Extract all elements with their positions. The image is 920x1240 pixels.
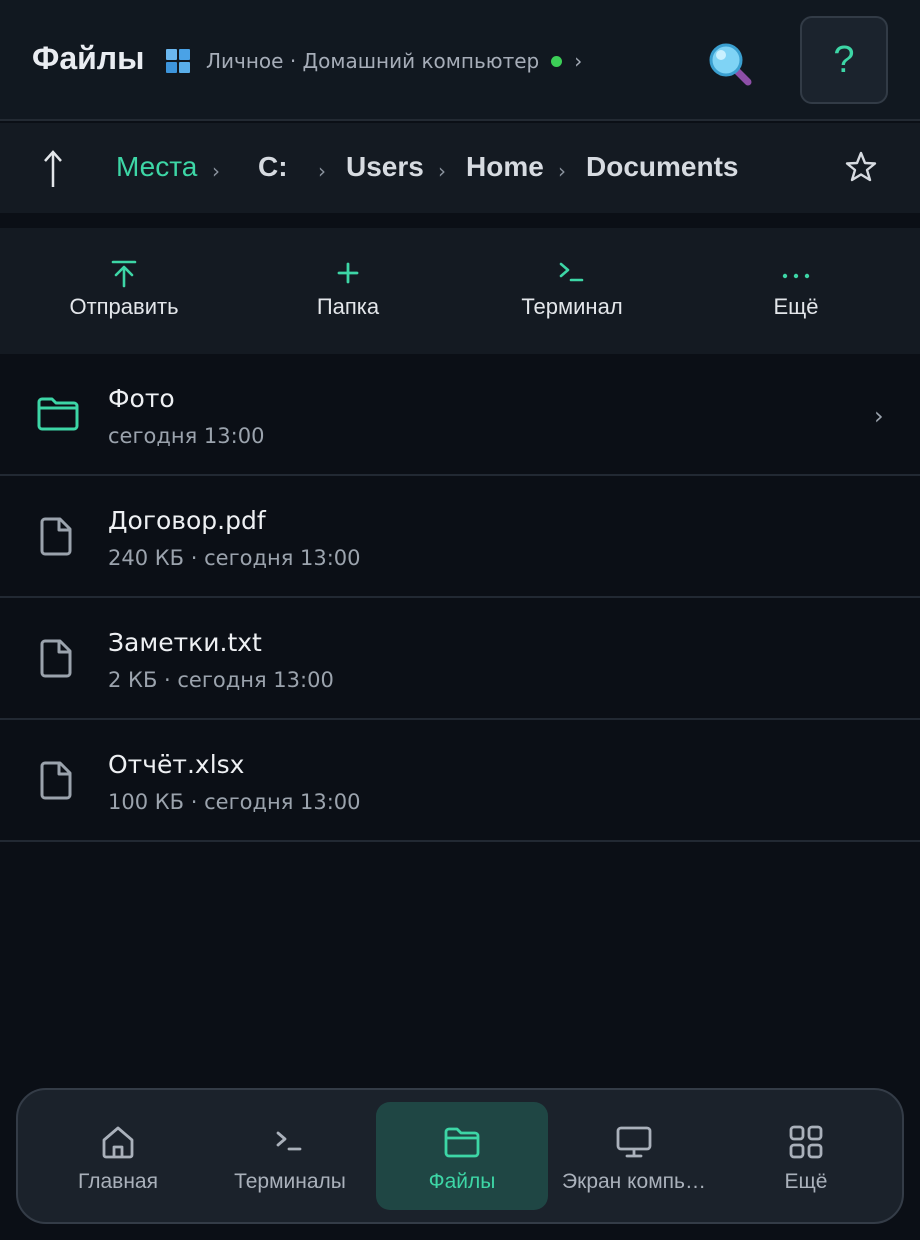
folder-icon bbox=[444, 1127, 480, 1158]
nav-screen-label: Экран компь… bbox=[562, 1170, 706, 1193]
terminal-button[interactable]: Терминал bbox=[472, 228, 672, 354]
breadcrumb-separator: › bbox=[212, 159, 220, 183]
navigate-up-button[interactable] bbox=[36, 147, 70, 191]
bottom-navigation: Главная Терминалы Файлы Экран компь… Ещё bbox=[16, 1088, 904, 1224]
list-item-file[interactable]: Договор.pdf 240 КБ · сегодня 13:00 bbox=[0, 476, 920, 598]
breadcrumb: Места › C: › Users › Home › Documents bbox=[0, 123, 920, 213]
search-button[interactable] bbox=[706, 40, 756, 90]
monitor-icon bbox=[616, 1126, 652, 1158]
windows-logo-icon bbox=[166, 49, 190, 73]
file-icon bbox=[40, 517, 72, 556]
nav-home[interactable]: Главная bbox=[32, 1102, 204, 1210]
home-icon bbox=[102, 1126, 134, 1159]
chevron-right-icon: › bbox=[874, 402, 884, 430]
help-button[interactable]: ? bbox=[800, 16, 888, 104]
file-meta: 240 КБ · сегодня 13:00 bbox=[108, 546, 361, 570]
more-dots-icon bbox=[782, 273, 810, 279]
nav-more-label: Ещё bbox=[784, 1170, 828, 1193]
upload-label: Отправить bbox=[69, 294, 179, 319]
nav-screen[interactable]: Экран компь… bbox=[548, 1102, 720, 1210]
breadcrumb-separator: › bbox=[558, 159, 566, 183]
more-label: Ещё bbox=[773, 294, 819, 319]
app-header: Файлы Личное · Домашний компьютер › ? bbox=[0, 0, 920, 121]
breadcrumb-item-places[interactable]: Места bbox=[116, 151, 197, 183]
breadcrumb-item-home[interactable]: Home bbox=[466, 151, 544, 183]
breadcrumb-item-c[interactable]: C: bbox=[258, 151, 288, 183]
breadcrumb-separator: › bbox=[438, 159, 446, 183]
device-selector[interactable]: Личное · Домашний компьютер › bbox=[166, 48, 582, 74]
list-item-file[interactable]: Отчёт.xlsx 100 КБ · сегодня 13:00 bbox=[0, 720, 920, 842]
file-actions-toolbar: Отправить Папка Терминал Ещё bbox=[0, 228, 920, 354]
terminal-icon bbox=[559, 262, 584, 282]
file-name: Отчёт.xlsx bbox=[108, 750, 245, 779]
file-name: Фото bbox=[108, 384, 175, 413]
upload-icon bbox=[111, 260, 137, 288]
breadcrumb-separator: › bbox=[318, 159, 326, 183]
terminal-icon bbox=[276, 1131, 302, 1151]
file-list: Фото сегодня 13:00 › Договор.pdf 240 КБ … bbox=[0, 354, 920, 842]
breadcrumb-item-documents[interactable]: Documents bbox=[586, 151, 738, 183]
new-folder-label: Папка bbox=[316, 294, 380, 319]
file-meta: сегодня 13:00 bbox=[108, 424, 265, 448]
online-status-dot bbox=[551, 55, 563, 67]
file-meta: 100 КБ · сегодня 13:00 bbox=[108, 790, 361, 814]
upload-button[interactable]: Отправить bbox=[24, 228, 224, 354]
arrow-up-icon bbox=[44, 150, 62, 187]
more-button[interactable]: Ещё bbox=[696, 228, 896, 354]
search-icon bbox=[709, 43, 752, 86]
nav-terminals-label: Терминалы bbox=[234, 1170, 346, 1193]
chevron-right-icon: › bbox=[574, 49, 583, 73]
files-screen: Файлы Личное · Домашний компьютер › ? Ме… bbox=[0, 0, 920, 1240]
list-item-file[interactable]: Заметки.txt 2 КБ · сегодня 13:00 bbox=[0, 598, 920, 720]
question-icon: ? bbox=[833, 38, 855, 81]
file-name: Договор.pdf bbox=[108, 506, 266, 535]
nav-home-label: Главная bbox=[78, 1170, 158, 1193]
device-label: Личное · Домашний компьютер bbox=[206, 49, 540, 73]
terminal-label: Терминал bbox=[521, 294, 623, 319]
file-name: Заметки.txt bbox=[108, 628, 262, 657]
breadcrumb-item-users[interactable]: Users bbox=[346, 151, 424, 183]
page-title: Файлы bbox=[32, 40, 145, 76]
folder-icon bbox=[37, 397, 79, 431]
file-icon bbox=[40, 761, 72, 800]
nav-files[interactable]: Файлы bbox=[376, 1102, 548, 1210]
favorite-button[interactable] bbox=[844, 150, 878, 188]
grid-icon bbox=[789, 1125, 823, 1159]
nav-terminals[interactable]: Терминалы bbox=[204, 1102, 376, 1210]
star-icon bbox=[845, 151, 877, 182]
plus-icon bbox=[337, 262, 359, 284]
nav-files-label: Файлы bbox=[428, 1170, 496, 1193]
file-meta: 2 КБ · сегодня 13:00 bbox=[108, 668, 334, 692]
nav-more[interactable]: Ещё bbox=[720, 1102, 892, 1210]
new-folder-button[interactable]: Папка bbox=[248, 228, 448, 354]
file-icon bbox=[40, 639, 72, 678]
list-item-folder[interactable]: Фото сегодня 13:00 › bbox=[0, 354, 920, 476]
